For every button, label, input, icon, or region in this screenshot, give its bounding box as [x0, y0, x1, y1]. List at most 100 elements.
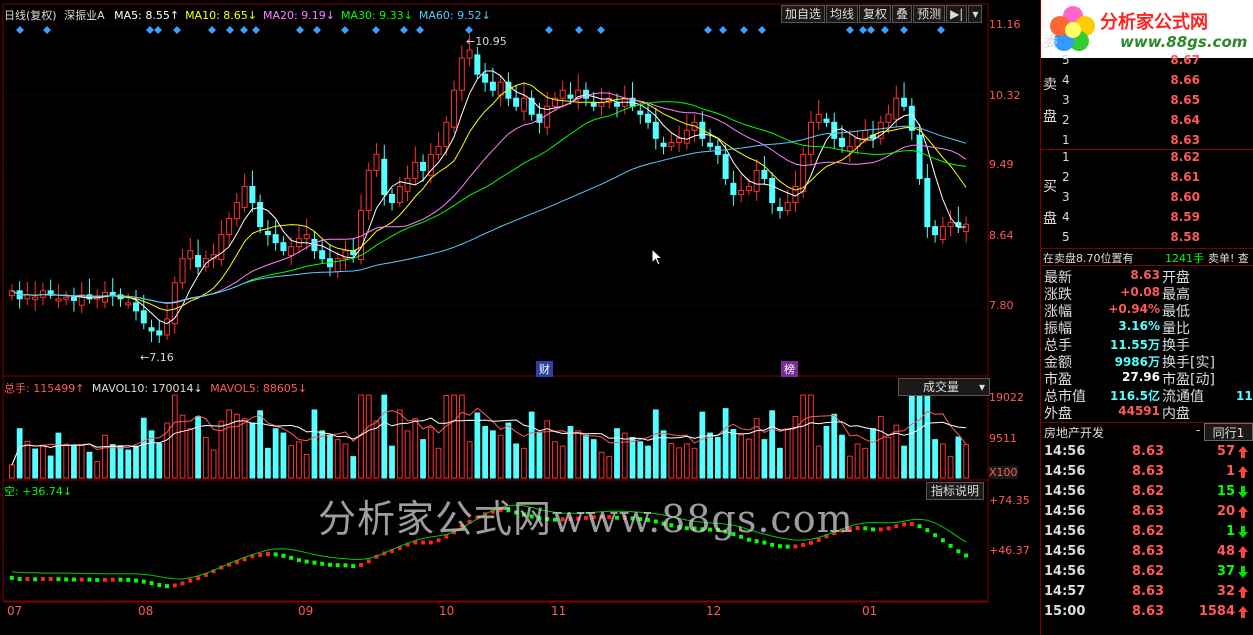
orderbook-row[interactable]: 2 8.61: [1040, 170, 1253, 186]
candle-body: [474, 54, 481, 75]
indicator-dot: [40, 576, 45, 581]
orderbook-row[interactable]: 3 8.65: [1040, 93, 1253, 109]
volume-bar: [466, 441, 473, 479]
tick-volume: 37: [1216, 564, 1235, 579]
indicator-dot: [948, 543, 953, 548]
financial-event-tag[interactable]: 财: [536, 361, 553, 377]
orderbook-level: 1: [1062, 133, 1070, 147]
volume-bar: [521, 447, 527, 479]
volume-bar: [815, 445, 822, 479]
indicator-dot: [196, 576, 201, 581]
quote-label-secondary: 内盘: [1162, 406, 1190, 422]
volume-bar: [117, 445, 124, 479]
add-watchlist-button[interactable]: 加自选: [781, 5, 826, 23]
volume-bar: [265, 447, 271, 479]
indicator-dot: [940, 538, 945, 543]
candle-body: [249, 186, 256, 204]
ma-button[interactable]: 均线: [826, 5, 859, 23]
quote-value: 116.5亿: [1110, 389, 1160, 403]
candle-body: [396, 186, 403, 204]
watermark-text: 分析家公式网www.88gs.com: [318, 497, 854, 541]
ranking-event-tag[interactable]: 榜: [781, 361, 798, 377]
candle-body: [288, 246, 295, 257]
orderbook-row[interactable]: 5 8.58: [1040, 230, 1253, 246]
volume-bar: [490, 430, 496, 479]
indicator-dot: [320, 561, 325, 566]
candle-body: [676, 137, 683, 143]
candle-body: [520, 97, 527, 112]
volume-bar: [381, 394, 388, 479]
volume-bar: [505, 422, 512, 479]
tick-volume: 32: [1216, 584, 1235, 599]
volume-bar: [963, 444, 970, 479]
candle-body: [257, 202, 264, 228]
big-order-alert[interactable]: 在卖盘8.70位置有 1241手 卖单! 查: [1040, 248, 1253, 266]
volume-bar: [210, 449, 217, 479]
orderbook-row[interactable]: 1 8.62: [1040, 150, 1253, 166]
orderbook-row[interactable]: 1 8.63: [1040, 133, 1253, 149]
indicator-help-button[interactable]: 指标说明: [926, 482, 985, 500]
candle-body: [885, 113, 892, 123]
indicator-dot: [17, 577, 22, 582]
candle-body: [133, 302, 140, 312]
candle-body: [365, 169, 372, 212]
indicator-dot: [777, 544, 782, 549]
quote-value: 8.63: [1130, 268, 1160, 282]
volume-bar: [179, 414, 186, 479]
volume-bar: [784, 428, 791, 479]
ma-value-2: MA20: 9.19↓: [263, 9, 335, 22]
tick-volume: 1584: [1198, 604, 1235, 619]
orderbook-row[interactable]: 5 8.67: [1040, 53, 1253, 69]
candle-body: [32, 296, 39, 301]
tab-peer[interactable]: 同行1: [1204, 423, 1253, 441]
candle-body: [140, 310, 147, 324]
volume-bar: [645, 445, 651, 479]
toolbar-dropdown-button[interactable]: ▾: [968, 5, 983, 23]
indicator-dot: [79, 577, 84, 582]
candle-body: [668, 141, 675, 147]
volume-bar: [598, 451, 605, 479]
candle-body: [901, 97, 908, 107]
adjust-button[interactable]: 复权: [859, 5, 892, 23]
volume-bar: [831, 413, 838, 479]
candle-body: [738, 190, 745, 196]
quote-value: 3.16%: [1118, 319, 1160, 333]
high-price-marker: ←10.95: [466, 35, 507, 48]
volume-bar: [575, 430, 582, 479]
quote-value: 9986万: [1114, 355, 1160, 369]
candle-body: [745, 186, 752, 192]
overlay-button[interactable]: 叠: [892, 5, 913, 23]
price-axis-label: 10.32: [989, 89, 1021, 102]
sector-name[interactable]: 房地产开发: [1044, 424, 1104, 441]
candle-body: [70, 296, 77, 301]
volume-bar: [404, 430, 411, 479]
volume-bar: [420, 439, 426, 479]
orderbook-row[interactable]: 4 8.59: [1040, 210, 1253, 226]
indicator-dot: [964, 553, 969, 558]
volume-bar: [730, 429, 737, 479]
collapse-panel-button[interactable]: ▶|: [946, 5, 968, 23]
volume-bar: [156, 443, 163, 479]
forecast-button[interactable]: 预测: [913, 5, 946, 23]
indicator-dot: [25, 577, 30, 582]
volume-bar: [722, 408, 729, 479]
volume-bar: [932, 439, 938, 479]
orderbook-row[interactable]: 4 8.66: [1040, 73, 1253, 89]
tick-volume: 1: [1225, 524, 1235, 539]
volume-bar: [877, 415, 884, 479]
tick-time: 14:56: [1044, 464, 1086, 479]
price-axis-label: 9.49: [989, 158, 1014, 171]
volume-indicator-dropdown[interactable]: 成交量 ▾: [898, 378, 990, 396]
volume-bar: [303, 453, 310, 479]
indicator-dot: [335, 563, 340, 568]
orderbook-row[interactable]: 2 8.64: [1040, 113, 1253, 129]
volume-bar: [334, 439, 341, 479]
volume-bar: [590, 439, 597, 479]
indicator-dot: [134, 578, 139, 583]
sector-collapse-button[interactable]: -: [1196, 423, 1200, 437]
volume-bar: [668, 443, 675, 479]
indicator-dot: [273, 552, 278, 557]
volume-bar: [195, 415, 201, 479]
orderbook-row[interactable]: 3 8.60: [1040, 190, 1253, 206]
candle-body: [784, 202, 791, 212]
